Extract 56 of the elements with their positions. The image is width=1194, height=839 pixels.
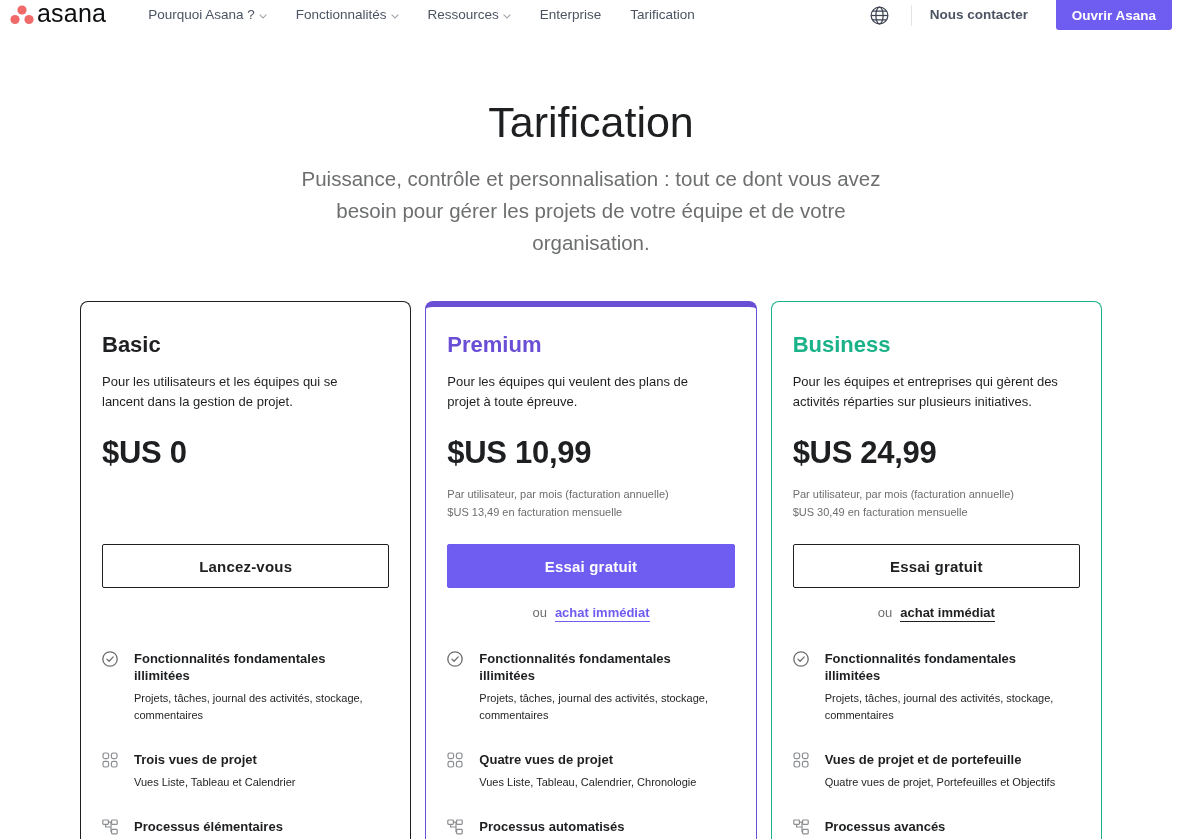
plan-name: Premium bbox=[447, 331, 543, 359]
feature-detail: Projets, tâches, journal des activités, stockage, commentaires bbox=[824, 691, 1055, 723]
plan-price: $US 0 bbox=[102, 434, 188, 472]
grid-icon bbox=[792, 751, 809, 768]
feature-title: Trois vues de projet bbox=[134, 751, 258, 768]
contact-link[interactable]: Nous contacter bbox=[929, 6, 1028, 24]
feature-detail: Projets, tâches, journal des activités, stockage, commentaires bbox=[479, 691, 709, 723]
feature-detail: Projets, tâches, journal des activités, stockage, commentaires bbox=[134, 691, 364, 723]
price-note: Par utilisateur, par mois (facturation annuelle) bbox=[792, 487, 1015, 502]
check-circle-icon bbox=[792, 650, 809, 667]
page-subtitle: Puissance, contrôle et personnalisation : tout ce dont vous avez besoin pour gérer les projets de votre équipe et de votre organisation. bbox=[300, 166, 882, 256]
purchase-link[interactable]: achat immédiat bbox=[554, 604, 650, 622]
price-note: Par utilisateur, par mois (facturation annuelle) bbox=[447, 487, 670, 502]
feature-title: Vues de projet et de portefeuille bbox=[824, 751, 1023, 768]
plan-description: Pour les utilisateurs et les équipes qui se lancent dans la gestion de projet. bbox=[102, 373, 339, 411]
price-note: $US 13,49 en facturation mensuelle bbox=[447, 505, 624, 520]
plan-button[interactable]: Essai gratuit bbox=[447, 544, 735, 588]
feature-title: Processus avancés bbox=[824, 818, 947, 835]
globe-icon[interactable] bbox=[869, 5, 889, 25]
feature-title: Processus élémentaires bbox=[134, 818, 284, 835]
feature-detail: Vues Liste, Tableau et Calendrier bbox=[134, 775, 297, 790]
nav-link[interactable]: Ressources bbox=[427, 6, 511, 24]
plan-price: $US 24,99 bbox=[792, 434, 938, 472]
purchase-link[interactable]: achat immédiat bbox=[900, 604, 995, 622]
flowchart-icon bbox=[102, 818, 118, 835]
or-label: ou bbox=[532, 604, 547, 622]
plan-description: Pour les équipes qui veulent des plans de projet à toute épreuve. bbox=[447, 373, 689, 411]
nav-link[interactable]: Tarification bbox=[630, 6, 695, 24]
nav-link[interactable]: Fonctionnalités bbox=[295, 6, 399, 24]
nav-link[interactable]: Pourquoi Asana ? bbox=[148, 6, 267, 24]
plan-button[interactable]: Essai gratuit bbox=[792, 544, 1080, 588]
feature-title: Fonctionnalités fondamentales illimitées bbox=[479, 650, 672, 684]
dots-icon bbox=[10, 5, 34, 25]
plan-description: Pour les équipes et entreprises qui gèrent des activités réparties sur plusieurs initiatives. bbox=[792, 373, 1059, 411]
grid-icon bbox=[102, 751, 118, 768]
feature-detail: Vues Liste, Tableau, Calendrier, Chronologie bbox=[479, 775, 698, 790]
check-circle-icon bbox=[447, 650, 464, 667]
plan-price: $US 10,99 bbox=[447, 434, 593, 472]
check-circle-icon bbox=[102, 650, 118, 667]
feature-detail: Quatre vues de projet, Portefeuilles et Objectifs bbox=[824, 775, 1057, 790]
plan-button[interactable]: Lancez-vous bbox=[102, 544, 390, 588]
feature-title: Quatre vues de projet bbox=[479, 751, 614, 768]
or-label: ou bbox=[877, 604, 893, 622]
flowchart-icon bbox=[447, 818, 464, 835]
page-title: Tarification bbox=[487, 97, 695, 148]
grid-icon bbox=[447, 751, 464, 768]
feature-title: Fonctionnalités fondamentales illimitées bbox=[824, 650, 1018, 684]
feature-title: Processus automatisés bbox=[479, 818, 626, 835]
plan-name: Business bbox=[792, 331, 892, 359]
plan-name: Basic bbox=[102, 331, 162, 359]
flowchart-icon bbox=[792, 818, 809, 835]
price-note: $US 30,49 en facturation mensuelle bbox=[792, 505, 969, 520]
logo-text[interactable]: asana bbox=[37, 0, 107, 27]
nav-link[interactable]: Enterprise bbox=[539, 6, 602, 24]
open-app-button[interactable]: Ouvrir Asana bbox=[1056, 0, 1172, 30]
feature-title: Fonctionnalités fondamentales illimitées bbox=[134, 650, 327, 684]
